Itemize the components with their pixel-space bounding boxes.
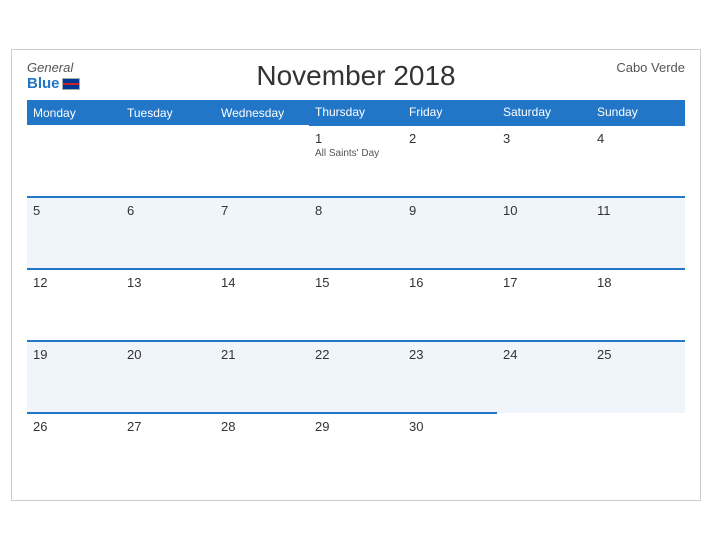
day-number: 19 [33,347,115,362]
day-number: 2 [409,131,491,146]
calendar-cell: 10 [497,197,591,269]
calendar-cell: 20 [121,341,215,413]
day-number: 3 [503,131,585,146]
calendar-cell: 11 [591,197,685,269]
day-number: 23 [409,347,491,362]
calendar-cell: 26 [27,413,121,485]
calendar-cell: 22 [309,341,403,413]
day-number: 8 [315,203,397,218]
calendar-cell: 25 [591,341,685,413]
day-number: 18 [597,275,679,290]
calendar-cell: 5 [27,197,121,269]
day-number: 12 [33,275,115,290]
country-label: Cabo Verde [616,60,685,75]
calendar-cell: 2 [403,125,497,197]
day-number: 6 [127,203,209,218]
calendar-cell: 1 All Saints' Day [309,125,403,197]
day-number: 25 [597,347,679,362]
day-number: 28 [221,419,303,434]
calendar-cell: 9 [403,197,497,269]
calendar-cell [497,413,591,485]
day-number: 10 [503,203,585,218]
day-number: 26 [33,419,115,434]
calendar-cell [27,125,121,197]
calendar-cell: 3 [497,125,591,197]
header-tuesday: Tuesday [121,100,215,125]
header-sunday: Sunday [591,100,685,125]
day-number: 7 [221,203,303,218]
calendar-cell: 14 [215,269,309,341]
calendar-cell: 7 [215,197,309,269]
calendar-title: November 2018 [27,60,685,92]
calendar-week-row: 12 13 14 15 16 17 18 [27,269,685,341]
calendar-cell [215,125,309,197]
calendar-cell: 30 [403,413,497,485]
day-number: 15 [315,275,397,290]
holiday-name: All Saints' Day [315,148,397,159]
calendar-week-row: 19 20 21 22 23 24 25 [27,341,685,413]
calendar-cell: 4 [591,125,685,197]
calendar-week-row: 26 27 28 29 30 [27,413,685,485]
brand-general-text: General [27,60,73,75]
day-number: 20 [127,347,209,362]
calendar-cell [591,413,685,485]
calendar-cell: 12 [27,269,121,341]
calendar-cell: 13 [121,269,215,341]
brand-blue-text: Blue [27,75,80,92]
calendar-cell: 23 [403,341,497,413]
calendar-cell: 16 [403,269,497,341]
calendar-grid: Monday Tuesday Wednesday Thursday Friday… [27,100,685,485]
day-number: 4 [597,131,679,146]
calendar-header: General Blue November 2018 Cabo Verde [27,60,685,92]
header-wednesday: Wednesday [215,100,309,125]
day-number: 13 [127,275,209,290]
calendar-cell: 24 [497,341,591,413]
calendar-cell: 29 [309,413,403,485]
day-number: 5 [33,203,115,218]
calendar-cell: 21 [215,341,309,413]
calendar-cell [121,125,215,197]
day-number: 11 [597,203,679,218]
weekday-header-row: Monday Tuesday Wednesday Thursday Friday… [27,100,685,125]
day-number: 17 [503,275,585,290]
day-number: 16 [409,275,491,290]
header-saturday: Saturday [497,100,591,125]
day-number: 1 [315,131,397,146]
calendar-container: General Blue November 2018 Cabo Verde Mo… [11,49,701,501]
header-friday: Friday [403,100,497,125]
calendar-cell: 15 [309,269,403,341]
calendar-week-row: 1 All Saints' Day 234 [27,125,685,197]
header-monday: Monday [27,100,121,125]
calendar-week-row: 56789 10 11 [27,197,685,269]
day-number: 21 [221,347,303,362]
day-number: 30 [409,419,491,434]
calendar-cell: 8 [309,197,403,269]
day-number: 24 [503,347,585,362]
day-number: 29 [315,419,397,434]
calendar-cell: 27 [121,413,215,485]
brand-logo: General Blue [27,60,80,92]
day-number: 22 [315,347,397,362]
calendar-cell: 6 [121,197,215,269]
calendar-cell: 28 [215,413,309,485]
calendar-cell: 19 [27,341,121,413]
day-number: 9 [409,203,491,218]
calendar-cell: 18 [591,269,685,341]
day-number: 14 [221,275,303,290]
calendar-cell: 17 [497,269,591,341]
day-number: 27 [127,419,209,434]
header-thursday: Thursday [309,100,403,125]
brand-flag-icon [62,78,80,90]
